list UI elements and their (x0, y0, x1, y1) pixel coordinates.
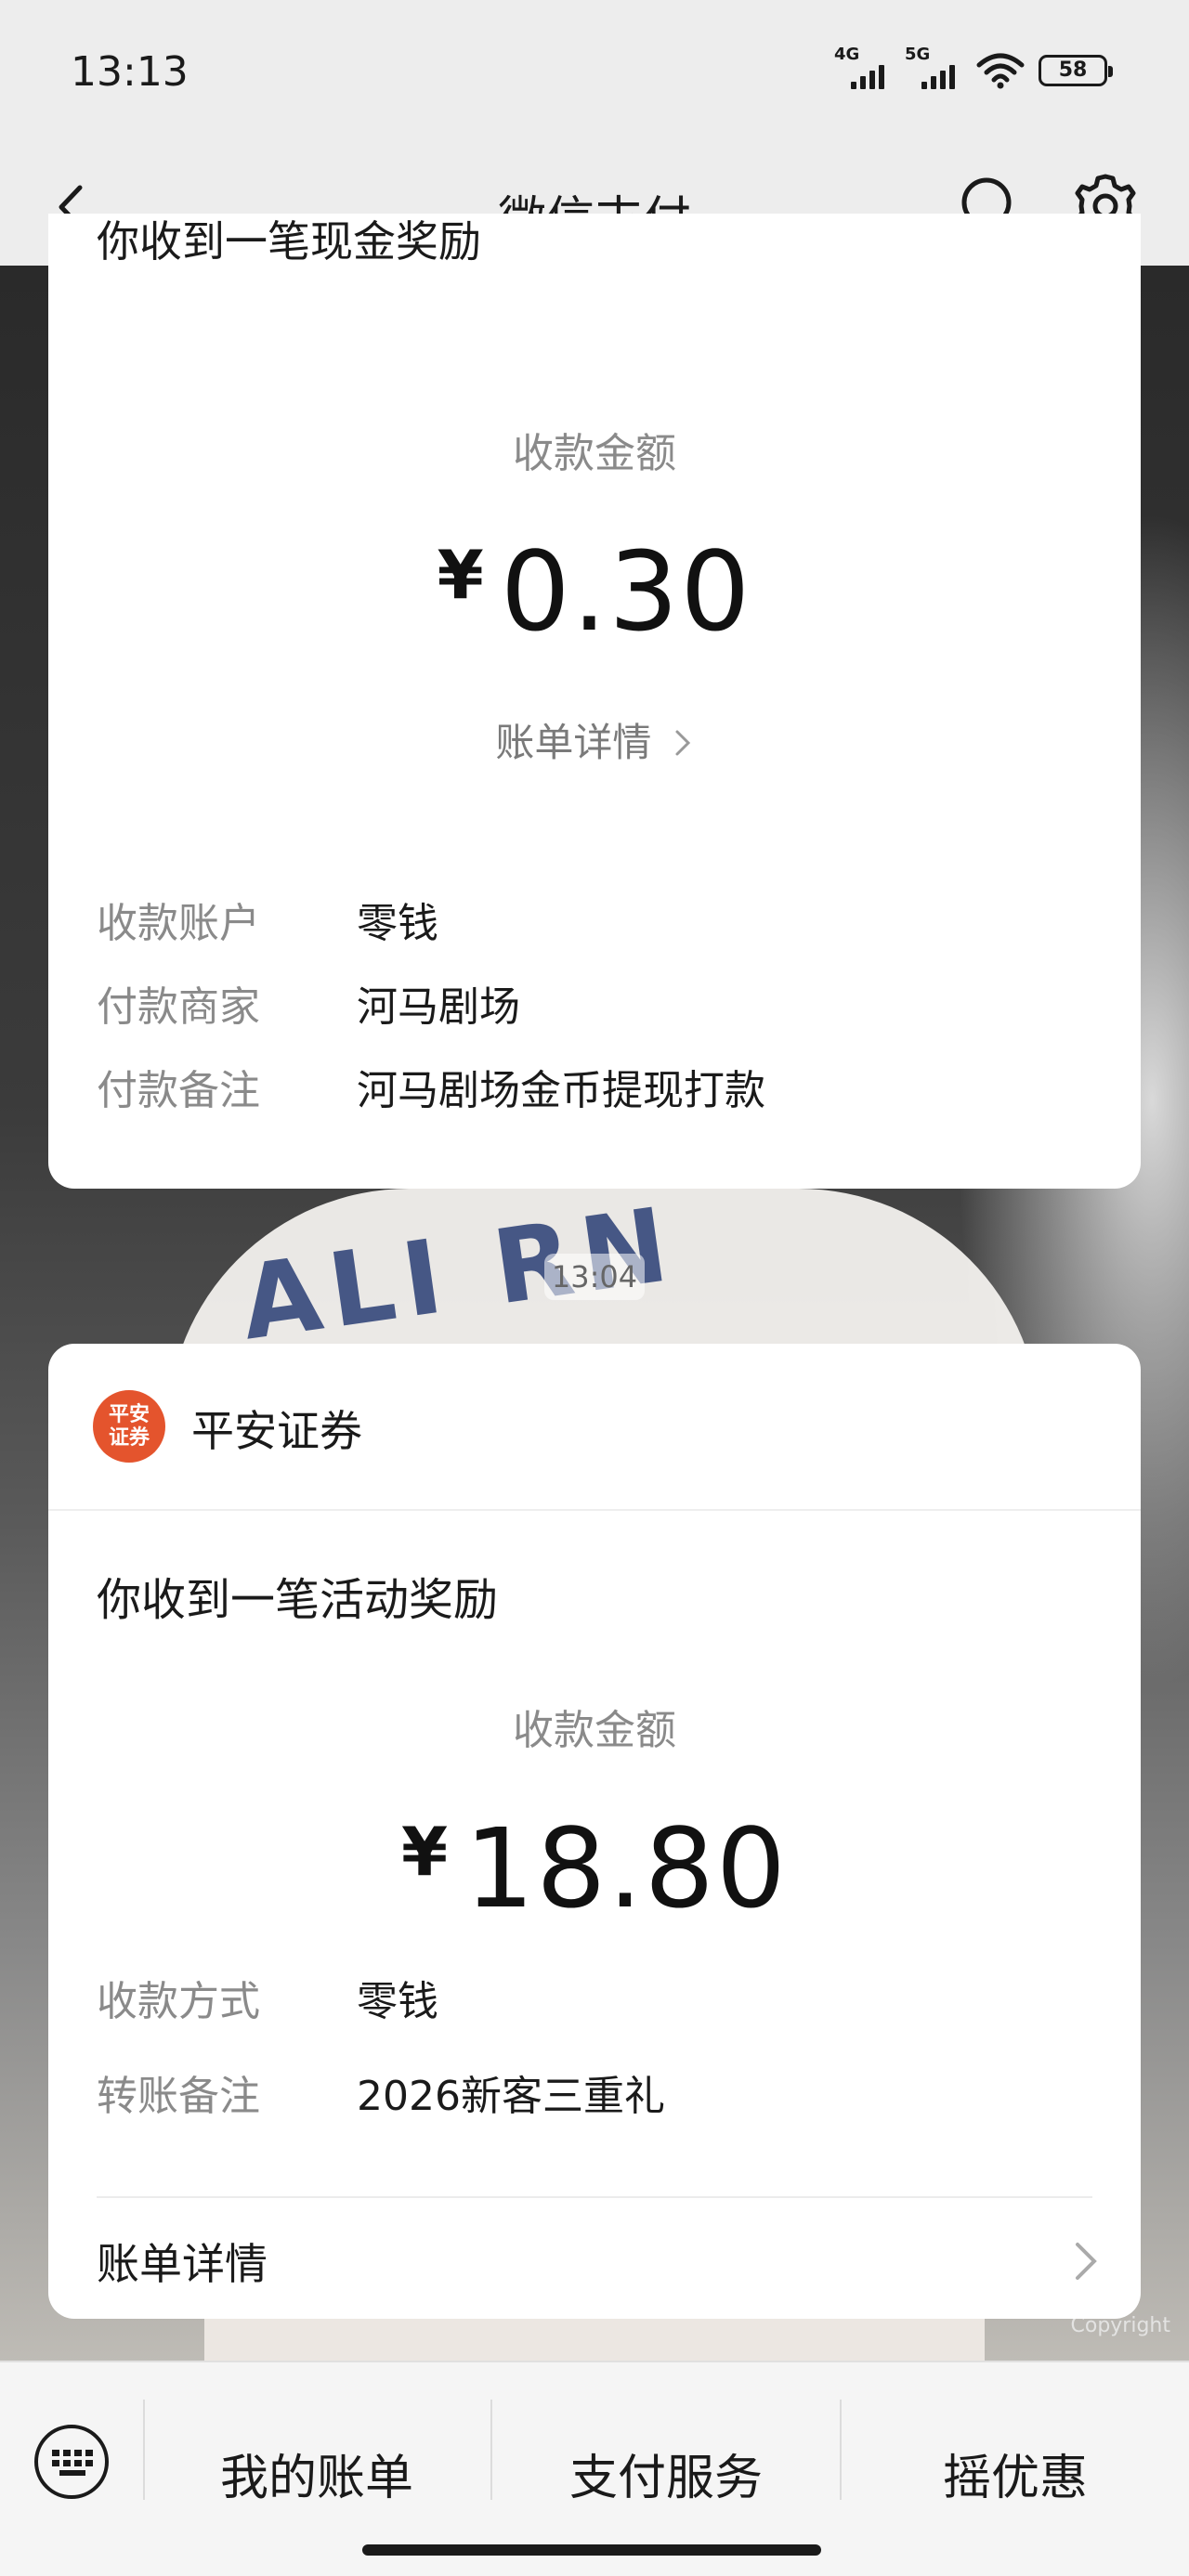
info-row-receive-account: 收款账户 零钱 (97, 900, 438, 947)
battery-icon: 58 (1039, 55, 1113, 86)
amount-label: 收款金额 (513, 1707, 676, 1754)
info-row-payer-merchant: 付款商家 河马剧场 (97, 983, 520, 1031)
signal-4g-icon: 4G (834, 45, 892, 89)
divider (97, 2196, 1092, 2198)
card-heading: 你收到一笔现金奖励 (97, 216, 481, 267)
chevron-right-icon[interactable] (1066, 2233, 1104, 2289)
chevron-right-icon (675, 730, 690, 756)
payment-card-activity-reward[interactable]: 平安 证券 平安证券 你收到一笔活动奖励 收款金额 ¥18.80 收款方式 零钱 转… (48, 1344, 1141, 2319)
status-time: 13:13 (71, 48, 189, 96)
bill-detail-link[interactable]: 账单详情 (48, 711, 1141, 768)
merchant-name: 平安证券 (191, 1406, 362, 1456)
signal-5g-icon: 5G (905, 45, 962, 89)
info-row-payment-note: 付款备注 河马剧场金币提现打款 (97, 1067, 765, 1114)
message-timestamp: 13:04 (544, 1254, 645, 1300)
amount-label: 收款金额 (513, 430, 676, 477)
menu-shake-offers[interactable]: 摇优惠 (842, 2439, 1189, 2508)
info-row-transfer-note: 转账备注 2026新客三重礼 (97, 2073, 665, 2120)
wifi-icon (976, 53, 1025, 89)
amount-value: ¥18.80 (401, 1804, 788, 1932)
bill-detail-link[interactable]: 账单详情 (97, 2231, 268, 2292)
merchant-logo: 平安 证券 (93, 1390, 165, 1463)
amount-value: ¥0.30 (437, 527, 752, 656)
status-bar: 13:13 4G 5G 58 (0, 0, 1189, 149)
menu-my-bills[interactable]: 我的账单 (145, 2439, 489, 2508)
info-row-receive-method: 收款方式 零钱 (97, 1978, 438, 2025)
menu-payment-services[interactable]: 支付服务 (492, 2439, 840, 2508)
keyboard-icon[interactable] (32, 2422, 111, 2502)
home-indicator[interactable] (362, 2544, 821, 2556)
status-icons: 4G 5G 58 (834, 45, 1113, 89)
payment-card-cash-reward[interactable]: 你收到一笔现金奖励 收款金额 ¥0.30 账单详情 收款账户 零钱 付款商家 河马剧… (48, 214, 1141, 1189)
merchant-header[interactable]: 平安 证券 平安证券 (48, 1344, 1141, 1511)
card-heading: 你收到一笔活动奖励 (97, 1574, 499, 1626)
